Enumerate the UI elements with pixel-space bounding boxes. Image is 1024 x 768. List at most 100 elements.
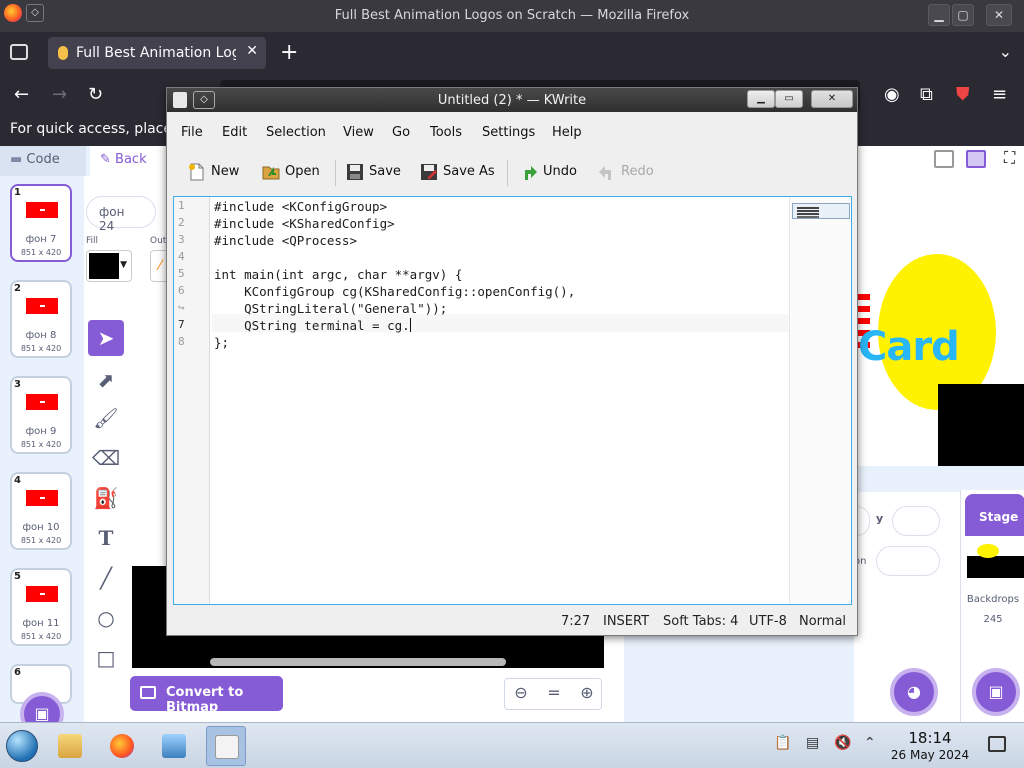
list-all-tabs-icon[interactable]	[10, 44, 28, 60]
small-stage-icon[interactable]	[934, 150, 954, 168]
chevron-down-icon[interactable]: ⌄	[999, 42, 1012, 61]
zoom-controls: ⊖ = ⊕	[504, 678, 602, 710]
backdrop-number: 5	[14, 571, 21, 582]
volume-muted-icon[interactable]: 🔇	[834, 735, 851, 751]
open-button[interactable]: Open	[261, 160, 320, 184]
brush-tab-icon: ✎	[100, 152, 116, 167]
circle-tool[interactable]: ○	[88, 600, 124, 636]
tab-code[interactable]: ▬ Code	[0, 146, 86, 176]
size-field[interactable]	[876, 546, 940, 576]
costume-name-input[interactable]: фон 24	[86, 196, 156, 233]
new-button[interactable]: New	[187, 160, 239, 184]
choose-backdrop-stage-button[interactable]: ▣	[972, 668, 1020, 716]
taskbar-kwrite[interactable]	[206, 726, 246, 766]
new-tab-button[interactable]: +	[280, 40, 298, 65]
indentation-setting[interactable]: Soft Tabs: 4	[663, 614, 738, 629]
undo-button[interactable]: Undo	[519, 160, 577, 184]
close-button[interactable]: ✕	[811, 90, 853, 108]
eraser-tool[interactable]: ⌫	[88, 440, 124, 476]
stage-canvas[interactable]: Card	[854, 176, 1024, 466]
backdrop-item[interactable]: 5 фон 11 851 x 420	[10, 568, 72, 646]
current-code-line: QString terminal = cg.	[214, 318, 411, 333]
taskbar-firefox[interactable]	[102, 726, 142, 766]
maximize-button[interactable]: ▭	[775, 90, 803, 108]
backdrop-thumbnail	[26, 586, 58, 602]
fill-color-swatch	[89, 253, 119, 279]
ublock-icon[interactable]: ⛊	[956, 84, 970, 105]
y-field[interactable]	[892, 506, 940, 536]
backdrop-item[interactable]: 3 фон 9 851 x 420	[10, 376, 72, 454]
line-number: 5	[178, 267, 185, 280]
text-editor[interactable]: 1 2 3 4 5 6 ↪ 7 8 #include <KConfigGroup…	[173, 196, 852, 605]
storage-icon[interactable]: ▤	[806, 735, 819, 751]
clipboard-icon[interactable]: 📋	[774, 735, 791, 751]
backdrop-item[interactable]: 1 фон 7 851 x 420	[10, 184, 72, 262]
redo-button[interactable]: Redo	[597, 160, 654, 184]
mode-setting[interactable]: Normal	[799, 614, 846, 629]
extensions-icon[interactable]: ⧉	[920, 84, 933, 105]
reshape-tool[interactable]: ⬈	[88, 362, 124, 398]
backdrop-number: 4	[14, 475, 21, 486]
minimize-button[interactable]: ▁	[747, 90, 775, 108]
chevron-up-icon[interactable]: ⌃	[864, 735, 876, 751]
menu-go[interactable]: Go	[392, 125, 410, 140]
taskbar-system-settings[interactable]	[154, 726, 194, 766]
menu-tools[interactable]: Tools	[430, 125, 462, 140]
brush-tool[interactable]: 🖌	[88, 400, 124, 436]
minimap-viewport[interactable]	[792, 203, 850, 219]
minimap[interactable]	[789, 197, 851, 604]
stage-header: Stage	[965, 494, 1024, 536]
rectangle-tool[interactable]: □	[88, 640, 124, 676]
fullscreen-icon[interactable]: ⛶	[1004, 148, 1015, 168]
menu-icon[interactable]: ≡	[992, 84, 1007, 105]
scratch-favicon-icon	[58, 46, 68, 60]
reload-button[interactable]: ↻	[88, 84, 103, 105]
convert-to-bitmap-button[interactable]: Convert to Bitmap	[130, 676, 283, 715]
kwrite-titlebar[interactable]: ◇ Untitled (2) * — KWrite ▁ ▭ ✕	[167, 88, 857, 112]
backdrop-item[interactable]: 4 фон 10 851 x 420	[10, 472, 72, 550]
choose-sprite-button[interactable]: ◕	[890, 668, 938, 716]
menu-view[interactable]: View	[343, 125, 374, 140]
backdrop-item[interactable]: 2 фон 8 851 x 420	[10, 280, 72, 358]
menu-selection[interactable]: Selection	[266, 125, 326, 140]
taskbar-file-manager[interactable]	[50, 726, 90, 766]
zoom-out-icon[interactable]: ⊖	[505, 683, 537, 702]
menu-edit[interactable]: Edit	[222, 125, 247, 140]
encoding-setting[interactable]: UTF-8	[749, 614, 787, 629]
fill-color-picker[interactable]: ▼	[86, 250, 132, 282]
input-mode-indicator[interactable]: INSERT	[603, 614, 649, 629]
clock-date[interactable]: 26 May 2024	[884, 748, 976, 762]
backdrop-size: 851 x 420	[20, 248, 62, 257]
maximize-button[interactable]: ▢	[952, 4, 974, 26]
save-as-button[interactable]: Save As	[419, 160, 495, 184]
tab-close-icon[interactable]: ✕	[246, 43, 258, 59]
code-line: QStringLiteral("General"));	[214, 301, 448, 316]
text-tool[interactable]: T	[88, 520, 124, 556]
menu-help[interactable]: Help	[552, 125, 582, 140]
code-area[interactable]: #include <KConfigGroup> #include <KShare…	[212, 197, 790, 604]
menu-file[interactable]: File	[181, 125, 203, 140]
select-tool[interactable]: ➤	[88, 320, 124, 356]
line-tool[interactable]: ╱	[88, 560, 124, 596]
backdrop-number: 6	[14, 667, 21, 678]
back-button[interactable]: ←	[14, 84, 29, 105]
forward-button[interactable]: →	[52, 84, 67, 105]
toolbar: New Open Save Save As Undo Redo	[167, 152, 857, 192]
minimize-button[interactable]: ▁	[928, 4, 950, 26]
cursor-position[interactable]: 7:27	[561, 614, 590, 629]
normal-stage-icon[interactable]	[966, 150, 986, 168]
close-button[interactable]: ✕	[986, 4, 1012, 26]
browser-tab[interactable]: Full Best Animation Logo ✕	[48, 37, 266, 69]
show-desktop-icon[interactable]	[988, 736, 1006, 752]
account-icon[interactable]: ◉	[884, 84, 900, 105]
zoom-reset-icon[interactable]: =	[538, 683, 570, 702]
backdrop-number: 1	[14, 187, 21, 198]
start-menu-icon[interactable]	[6, 730, 38, 762]
code-line: };	[214, 335, 230, 350]
clock-time[interactable]: 18:14	[892, 729, 968, 747]
save-button[interactable]: Save	[345, 160, 401, 184]
fill-tool[interactable]: ⛽	[88, 480, 124, 516]
menu-settings[interactable]: Settings	[482, 125, 535, 140]
zoom-in-icon[interactable]: ⊕	[571, 683, 603, 702]
horizontal-scrollbar[interactable]	[210, 658, 506, 666]
